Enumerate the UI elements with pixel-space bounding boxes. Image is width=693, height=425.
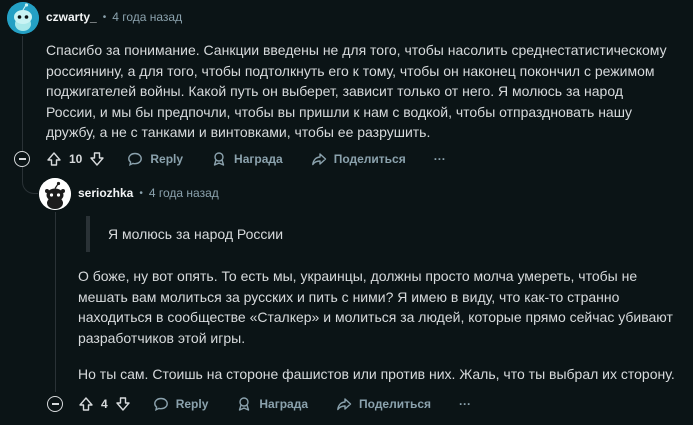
more-options-icon: ··· bbox=[459, 397, 472, 411]
thread-line[interactable] bbox=[22, 36, 23, 158]
thread-line[interactable] bbox=[55, 212, 56, 392]
comment-line: Спасибо за понимание. Санкции введены не… bbox=[46, 42, 667, 58]
comment-actions: 10 Reply Награда Поделиться ··· bbox=[46, 147, 446, 171]
reply-icon bbox=[128, 152, 143, 167]
username[interactable]: czwarty_ bbox=[46, 10, 97, 24]
comment-thread: czwarty_ • 4 года назад Спасибо за поним… bbox=[0, 0, 693, 425]
comment-line: Но ты сам. Стоишь на стороне фашистов ил… bbox=[78, 366, 675, 382]
award-icon bbox=[213, 152, 225, 166]
timestamp[interactable]: 4 года назад bbox=[149, 186, 219, 200]
comment-meta: seriozhka • 4 года назад bbox=[78, 186, 219, 200]
comment-line: дружбу, а не с танками и винтовками, что… bbox=[46, 124, 431, 141]
more-options-button[interactable]: ··· bbox=[434, 152, 446, 166]
more-options-icon: ··· bbox=[433, 152, 446, 166]
separator-dot: • bbox=[139, 187, 143, 199]
snoo-avatar-icon bbox=[7, 2, 39, 34]
separator-dot: • bbox=[102, 11, 107, 23]
comment-meta: czwarty_ • 4 года назад bbox=[46, 10, 182, 24]
reply-button[interactable]: Reply bbox=[127, 151, 183, 167]
username[interactable]: seriozhka bbox=[78, 186, 133, 200]
reply-button[interactable]: Reply bbox=[153, 396, 209, 412]
comment-line: россиянину, а для того, чтобы подтолкнут… bbox=[46, 62, 655, 79]
comment-actions: 4 Reply Награда Поделиться ··· bbox=[78, 392, 471, 416]
collapse-thread-button[interactable] bbox=[47, 396, 63, 412]
vote-group: 4 bbox=[78, 396, 131, 412]
award-button[interactable]: Награда bbox=[236, 396, 308, 412]
comment-line: поджигателей войны. Какой путь он выбере… bbox=[46, 83, 623, 100]
award-icon bbox=[239, 397, 250, 411]
comment-line: находиться в сообществе «Сталкер» и моли… bbox=[78, 309, 673, 326]
upvote-icon[interactable] bbox=[78, 396, 94, 412]
comment-paragraph: Но ты сам. Стоишь на стороне фашистов ил… bbox=[78, 364, 688, 385]
award-button[interactable]: Награда bbox=[211, 151, 283, 167]
comment-line: О боже, ну вот опять. То есть мы, украин… bbox=[78, 268, 638, 284]
downvote-icon[interactable] bbox=[115, 396, 131, 412]
vote-group: 10 bbox=[46, 151, 105, 167]
vote-count: 4 bbox=[101, 397, 108, 411]
reply-label: Reply bbox=[150, 152, 184, 166]
award-label: Награда bbox=[234, 152, 283, 166]
share-icon bbox=[311, 153, 326, 166]
comment-line: разработчиков этой игры. bbox=[78, 329, 246, 346]
timestamp[interactable]: 4 года назад bbox=[112, 10, 182, 24]
quote-text: Я молюсь за народ России bbox=[108, 226, 284, 242]
reply-icon bbox=[153, 397, 168, 412]
award-label: Награда bbox=[259, 397, 309, 411]
share-button[interactable]: Поделиться bbox=[311, 151, 406, 167]
more-options-button[interactable]: ··· bbox=[459, 397, 471, 411]
share-label: Поделиться bbox=[333, 152, 406, 166]
reply-label: Reply bbox=[175, 397, 209, 411]
vote-count: 10 bbox=[69, 152, 83, 166]
comment-line: России, и мы бы предпочли, чтобы вы приш… bbox=[46, 103, 632, 120]
share-label: Поделиться bbox=[359, 397, 432, 411]
downvote-icon[interactable] bbox=[89, 151, 105, 167]
comment-body: Спасибо за понимание. Санкции введены не… bbox=[46, 40, 686, 143]
thread-branch bbox=[22, 166, 38, 194]
snoo-avatar-icon bbox=[39, 178, 71, 210]
blockquote: Я молюсь за народ России bbox=[86, 216, 646, 252]
avatar[interactable] bbox=[7, 2, 39, 34]
comment-body: О боже, ну вот опять. То есть мы, украин… bbox=[78, 266, 688, 348]
comment-line: мешать вам молиться за русских и пить с … bbox=[78, 288, 620, 305]
share-button[interactable]: Поделиться bbox=[336, 396, 431, 412]
avatar[interactable] bbox=[39, 178, 71, 210]
share-icon bbox=[337, 398, 352, 411]
upvote-icon[interactable] bbox=[46, 151, 62, 167]
collapse-thread-button[interactable] bbox=[14, 151, 30, 167]
